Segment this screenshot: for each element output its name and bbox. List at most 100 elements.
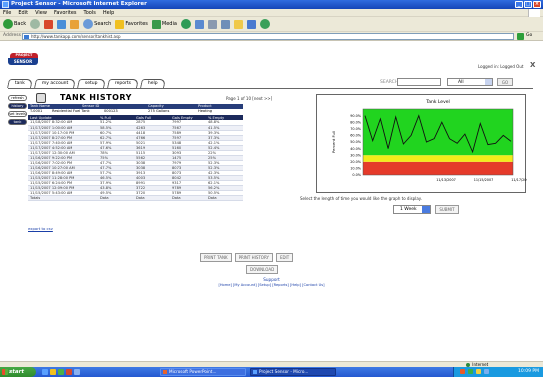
- tab-my-account-label: my account: [41, 81, 69, 86]
- taskbar-item-label: Microsoft PowerPoint...: [169, 369, 217, 374]
- search-icon: [83, 19, 94, 29]
- favorites-button[interactable]: Favorites: [115, 19, 148, 29]
- quick-launch: [42, 369, 80, 375]
- search-button[interactable]: Search: [83, 19, 111, 29]
- history-button[interactable]: [180, 19, 191, 29]
- media-icon: [151, 19, 161, 29]
- table-cell: Totals: [28, 195, 98, 201]
- print-history-button[interactable]: PRINT HISTORY: [234, 253, 273, 262]
- taskbar-item-browser[interactable]: Project Sensor - Micro...: [250, 368, 336, 376]
- tab-help[interactable]: help: [140, 79, 166, 88]
- tab-setup[interactable]: setup: [77, 79, 106, 88]
- export-link[interactable]: export to csv: [28, 226, 53, 231]
- menu-file[interactable]: File: [3, 10, 11, 16]
- home-button[interactable]: [70, 19, 80, 29]
- page-close-icon[interactable]: X: [530, 61, 535, 69]
- submit-button[interactable]: SUBMIT: [435, 205, 459, 214]
- search-scope-value: All: [458, 80, 464, 85]
- go-arrow-icon[interactable]: [517, 33, 524, 40]
- messenger-button[interactable]: [259, 19, 270, 29]
- table-row: 11/16/2007 7:02:00 PM 47.7% 3038 7979 52.3%: [28, 160, 243, 166]
- tab-divider: [8, 88, 533, 89]
- table-row: 11/16/2007 8:49:00 AM 57.7% 3913 8073 42.3%: [28, 170, 243, 176]
- download-button[interactable]: DOWNLOAD: [246, 265, 279, 274]
- edit-button[interactable]: EDIT: [275, 253, 294, 262]
- back-button[interactable]: Back: [3, 19, 26, 29]
- media-quick-icon[interactable]: [74, 369, 80, 375]
- search-scope-select[interactable]: All: [447, 78, 493, 86]
- folder-button[interactable]: [233, 19, 243, 29]
- history-icon: [180, 19, 191, 29]
- window-title: Project Sensor - Microsoft Internet Expl…: [11, 1, 147, 7]
- chart-band-1: [363, 155, 513, 162]
- chart-title: Tank Level: [425, 99, 450, 105]
- go-button[interactable]: Go: [526, 33, 532, 38]
- close-window-button[interactable]: ×: [533, 1, 541, 8]
- desktop-quick-icon[interactable]: [58, 369, 64, 375]
- print-button[interactable]: [207, 19, 217, 29]
- site-search-input[interactable]: [397, 78, 441, 86]
- y-axis-label: Percent Full: [331, 131, 336, 153]
- taskbar-item-powerpoint[interactable]: Microsoft PowerPoint...: [160, 368, 246, 376]
- print-tank-button[interactable]: PRINT TANK: [200, 253, 232, 262]
- tank-meta-values: T-0001 Residential Fuel Tank 000123 275 …: [28, 109, 243, 114]
- tab-reports[interactable]: reports: [107, 79, 140, 88]
- start-button[interactable]: start: [0, 367, 36, 377]
- minimize-button[interactable]: _: [515, 1, 523, 8]
- menu-help[interactable]: Help: [103, 10, 114, 16]
- search-label: SEARCH: [380, 80, 399, 85]
- address-bar: Address http://www.tankapp.com/sensor/ta…: [0, 32, 543, 41]
- history-side-button[interactable]: history: [8, 103, 27, 109]
- tray-icon[interactable]: [460, 369, 465, 374]
- address-input[interactable]: http://www.tankapp.com/sensor/tankhist.a…: [22, 33, 514, 40]
- y-tick-label: 0.0%: [352, 173, 361, 177]
- back-label: Back: [14, 21, 27, 27]
- main-tabs: tank my account setup reports help: [7, 79, 166, 88]
- tank-icon: [36, 93, 46, 103]
- messenger-icon: [259, 19, 270, 29]
- menu-view[interactable]: View: [35, 10, 47, 16]
- tray-icon[interactable]: [484, 369, 489, 374]
- app-quick-icon[interactable]: [66, 369, 72, 375]
- research-button[interactable]: [246, 19, 256, 29]
- window-titlebar: Project Sensor - Microsoft Internet Expl…: [0, 0, 543, 9]
- refresh-button[interactable]: [57, 19, 67, 29]
- x-tick-label: 11/13/2007: [436, 178, 456, 182]
- refresh-side-button[interactable]: refresh: [8, 95, 27, 101]
- page-content: PROJECT SENSOR Logged in: Logged Out X t…: [0, 41, 543, 361]
- forward-button[interactable]: [30, 19, 41, 29]
- period-select-value: 1 Week: [400, 207, 417, 212]
- maximize-button[interactable]: □: [524, 1, 532, 8]
- support-link[interactable]: Support: [0, 277, 543, 282]
- ie-quick-icon[interactable]: [42, 369, 48, 375]
- windows-flag-icon: [2, 369, 8, 375]
- menu-favorites[interactable]: Favorites: [54, 10, 77, 16]
- tray-icon[interactable]: [476, 369, 481, 374]
- tab-reports-label: reports: [114, 81, 131, 86]
- menu-bar: File Edit View Favorites Tools Help: [0, 9, 543, 17]
- taskbar: start Microsoft PowerPoint... Project Se…: [0, 367, 543, 377]
- search-go-button[interactable]: GO: [497, 78, 513, 86]
- edit-page-icon: [220, 19, 230, 29]
- tank-details-side-button[interactable]: tank details: [8, 119, 27, 129]
- footer-links[interactable]: [Home] [My Account] [Setup] [Reports] [H…: [0, 283, 543, 287]
- mail-icon: [194, 19, 204, 29]
- edit-button[interactable]: [220, 19, 230, 29]
- meta-value-cell: 000123: [104, 109, 118, 113]
- media-button[interactable]: Media: [151, 19, 177, 29]
- mail-button[interactable]: [194, 19, 204, 29]
- page-icon: [24, 35, 29, 39]
- set-levels-side-button[interactable]: set levels: [8, 111, 27, 117]
- logged-in-status: Logged in: Logged Out: [478, 64, 524, 69]
- folder-quick-icon[interactable]: [50, 369, 56, 375]
- menu-tools[interactable]: Tools: [84, 10, 96, 16]
- stop-button[interactable]: [44, 19, 54, 29]
- menu-edit[interactable]: Edit: [18, 10, 28, 16]
- project-sensor-logo[interactable]: PROJECT SENSOR: [8, 53, 38, 66]
- tray-icon[interactable]: [468, 369, 473, 374]
- tab-my-account[interactable]: my account: [34, 79, 77, 88]
- window-controls: _ □ ×: [515, 1, 541, 8]
- pagination-info[interactable]: Page 1 of 10 [next >>]: [226, 96, 272, 101]
- period-select[interactable]: 1 Week: [393, 205, 431, 214]
- tab-tank[interactable]: tank: [7, 79, 33, 88]
